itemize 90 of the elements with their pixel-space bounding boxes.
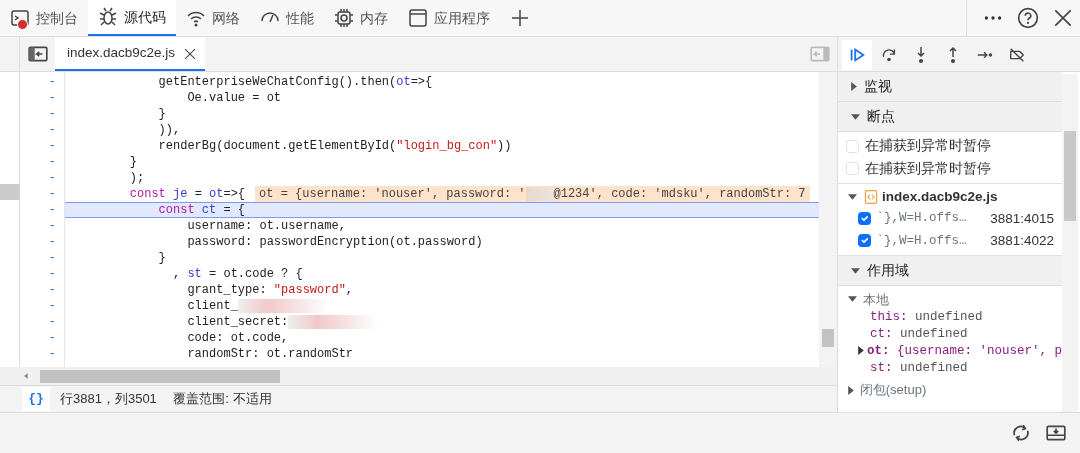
console-icon xyxy=(10,8,30,28)
navigator-handle[interactable] xyxy=(0,184,20,200)
code-line: client_ xyxy=(65,298,819,314)
horizontal-scrollbar[interactable] xyxy=(40,369,280,383)
expanded-triangle-icon[interactable] xyxy=(851,113,860,120)
line-marker: - xyxy=(47,314,57,330)
tool-tab[interactable]: 性能 xyxy=(250,0,324,36)
code-line: Oe.value = ot xyxy=(186,90,283,106)
file-tab[interactable]: index.dacb9c2e.js xyxy=(55,37,206,71)
expanded-triangle-icon[interactable] xyxy=(847,296,857,303)
line-marker: - xyxy=(47,74,57,90)
section-header[interactable]: 作用域 xyxy=(867,260,909,282)
code-line: , st = ot.code ? { xyxy=(172,266,304,282)
line-marker: - xyxy=(47,282,57,298)
code-line: } xyxy=(157,250,167,266)
line-marker: - xyxy=(47,202,57,218)
scope-title[interactable]: 闭包(setup) xyxy=(859,380,927,400)
line-marker: - xyxy=(47,330,57,346)
checkbox[interactable] xyxy=(857,212,871,226)
code-line: const je = ot=>{ ot = {username: 'nouser', password: ' @1234', code: 'mdsku', randomStr: 7 xyxy=(65,186,819,202)
line-marker: - xyxy=(47,298,57,314)
expanded-triangle-icon[interactable] xyxy=(851,267,860,274)
code-line: password: passwordEncryption(ot.password) xyxy=(186,234,484,250)
line-marker: - xyxy=(47,90,57,106)
code-line: client_secret: xyxy=(65,314,819,330)
code-line: code: ot.code, xyxy=(186,330,290,346)
breakpoint-code: `},W=H.offs… xyxy=(876,232,967,250)
cursor-position: 行3881，列3501 xyxy=(60,390,157,409)
checkbox[interactable] xyxy=(857,234,871,248)
breakpoint-off-icon xyxy=(1008,46,1027,64)
code-line: grant_type: "password", xyxy=(186,282,355,298)
step-into-icon xyxy=(917,46,926,64)
file-name[interactable]: index.dacb9c2e.js xyxy=(882,187,998,208)
breakpoint-location: 3881:4022 xyxy=(990,231,1054,250)
line-marker: - xyxy=(47,234,57,250)
section-header[interactable]: 监视 xyxy=(864,76,892,97)
collapsed-triangle-icon[interactable] xyxy=(858,346,864,356)
inline-value: ot = {username: 'nouser', password: ' @1234', code: 'mdsku', randomStr: 7 xyxy=(255,186,810,202)
help-icon[interactable] xyxy=(1016,7,1039,29)
window-icon xyxy=(408,8,428,28)
line-marker: - xyxy=(47,250,57,266)
scope-variable[interactable]: this: undefined xyxy=(838,309,1062,326)
code-line: ); xyxy=(128,170,146,186)
bug-icon xyxy=(98,7,118,27)
scroll-left-icon[interactable] xyxy=(22,371,30,381)
breakpoint-code: `},W=H.offs… xyxy=(876,210,967,228)
code-line: username: ot.username, xyxy=(186,218,347,234)
checkbox-label: 在捕获到异常时暂停 xyxy=(865,159,991,178)
close-icon[interactable] xyxy=(183,46,198,61)
scope-variable[interactable]: ct: undefined xyxy=(838,326,1062,343)
line-marker: - xyxy=(47,122,57,138)
step-out-icon xyxy=(949,46,958,64)
line-marker: - xyxy=(47,218,57,234)
tool-tab[interactable]: 网络 xyxy=(176,0,250,36)
checkbox-label: 在捕获到异常时暂停 xyxy=(865,137,991,156)
code-line: } xyxy=(128,154,138,170)
vertical-scrollbar[interactable] xyxy=(1062,74,1078,412)
line-marker: - xyxy=(47,154,57,170)
chip-icon xyxy=(334,8,354,28)
code-line: renderBg(document.getElementById("login_bg_con")) xyxy=(157,138,513,154)
tool-tab[interactable]: 源代码 xyxy=(88,0,176,36)
rotate-icon[interactable] xyxy=(1010,422,1032,444)
resume-button[interactable] xyxy=(842,40,873,70)
scope-variable[interactable]: st: undefined xyxy=(838,360,1062,377)
resume-icon xyxy=(848,46,867,64)
scope-variable[interactable]: ot: {username: 'nouser', p xyxy=(838,343,1062,360)
section-header[interactable]: 断点 xyxy=(867,106,895,127)
tool-tab[interactable]: 内存 xyxy=(324,0,398,36)
expanded-triangle-icon[interactable] xyxy=(847,194,857,201)
scope-title[interactable]: 本地 xyxy=(862,289,889,309)
code-line: } xyxy=(157,106,167,122)
collapsed-triangle-icon[interactable] xyxy=(851,82,857,91)
pretty-print-button[interactable]: {} xyxy=(22,387,50,411)
line-marker: - xyxy=(47,138,57,154)
code-line: getEnterpriseWeChatConfig().then(ot=>{ xyxy=(157,74,434,90)
line-marker: - xyxy=(47,346,57,362)
collapsed-triangle-icon[interactable] xyxy=(847,385,854,395)
line-marker: - xyxy=(47,170,57,186)
code-line: )), xyxy=(157,122,182,138)
line-marker: - xyxy=(47,186,57,202)
line-marker: - xyxy=(47,266,57,282)
breakpoint-location: 3881:4015 xyxy=(990,209,1054,228)
tool-tab[interactable]: 应用程序 xyxy=(398,0,500,36)
coverage-status: 覆盖范围: 不适用 xyxy=(173,390,272,409)
line-marker: - xyxy=(47,106,57,122)
code-line: randomStr: ot.randomStr xyxy=(186,346,355,362)
vertical-scrollbar[interactable] xyxy=(819,72,837,367)
file-code-icon xyxy=(862,189,879,206)
plus-icon xyxy=(510,8,530,28)
tool-tab[interactable]: 控制台 xyxy=(0,0,88,36)
